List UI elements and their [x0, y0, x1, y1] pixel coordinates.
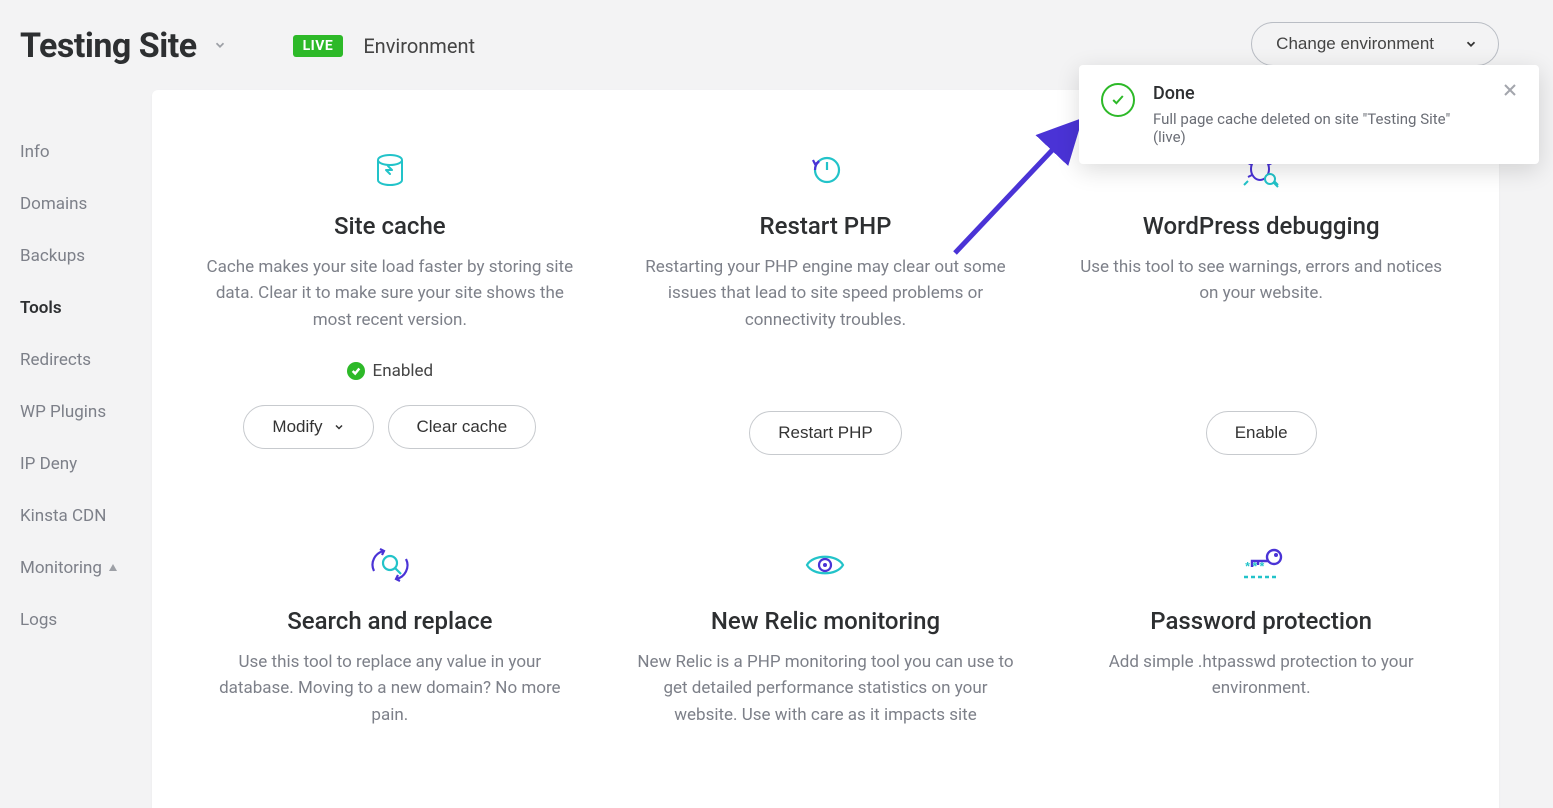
card-desc: Add simple .htpasswd protection to your … [1071, 649, 1451, 702]
sidebar-item-domains[interactable]: Domains [20, 194, 150, 214]
enable-debugging-button[interactable]: Enable [1206, 411, 1317, 455]
modify-cache-button[interactable]: Modify [243, 405, 373, 449]
svg-text:***: *** [1244, 561, 1266, 575]
close-icon [1503, 83, 1517, 97]
card-desc: Use this tool to see warnings, errors an… [1071, 254, 1451, 307]
key-icon: *** [1238, 545, 1284, 585]
sidebar-item-logs[interactable]: Logs [20, 610, 150, 630]
card-restart-php: Restart PHP Restarting your PHP engine m… [628, 150, 1024, 455]
cache-status: Enabled [347, 361, 434, 381]
card-password-protection: *** Password protection Add simple .htpa… [1063, 545, 1459, 728]
toast-title: Done [1153, 83, 1485, 104]
arrow-up-icon [108, 563, 118, 573]
card-desc: Use this tool to replace any value in yo… [200, 649, 580, 728]
content-panel: Site cache Cache makes your site load fa… [152, 90, 1499, 808]
card-desc: Restarting your PHP engine may clear out… [635, 254, 1015, 333]
sidebar-item-tools[interactable]: Tools [20, 298, 150, 318]
card-site-cache: Site cache Cache makes your site load fa… [192, 150, 588, 455]
check-circle-icon [347, 362, 365, 380]
cache-icon [372, 150, 408, 190]
card-title: Password protection [1150, 607, 1372, 635]
clear-cache-button[interactable]: Clear cache [388, 405, 537, 449]
site-title: Testing Site [20, 26, 197, 66]
site-switch-chevron-icon[interactable] [213, 37, 227, 56]
change-environment-button[interactable]: Change environment [1251, 22, 1499, 66]
sidebar: Info Domains Backups Tools Redirects WP … [0, 90, 150, 808]
card-title: Site cache [334, 212, 446, 240]
sidebar-item-kinsta-cdn[interactable]: Kinsta CDN [20, 506, 150, 526]
chevron-down-icon [1464, 37, 1478, 51]
sidebar-item-redirects[interactable]: Redirects [20, 350, 150, 370]
card-desc: New Relic is a PHP monitoring tool you c… [635, 649, 1015, 728]
toast-notification: Done Full page cache deleted on site "Te… [1079, 65, 1539, 164]
restart-icon [805, 150, 845, 190]
card-title: Restart PHP [760, 212, 892, 240]
card-title: New Relic monitoring [711, 607, 940, 635]
search-replace-icon [368, 545, 412, 585]
success-check-icon [1101, 83, 1135, 117]
card-title: Search and replace [287, 607, 492, 635]
restart-php-button[interactable]: Restart PHP [749, 411, 901, 455]
sidebar-item-backups[interactable]: Backups [20, 246, 150, 266]
cache-status-label: Enabled [373, 361, 434, 381]
card-new-relic: New Relic monitoring New Relic is a PHP … [628, 545, 1024, 728]
card-search-replace: Search and replace Use this tool to repl… [192, 545, 588, 728]
sidebar-item-monitoring[interactable]: Monitoring [20, 558, 150, 578]
card-title: WordPress debugging [1143, 212, 1380, 240]
sidebar-item-info[interactable]: Info [20, 142, 150, 162]
sidebar-item-wp-plugins[interactable]: WP Plugins [20, 402, 150, 422]
card-wp-debugging: WordPress debugging Use this tool to see… [1063, 150, 1459, 455]
toast-close-button[interactable] [1503, 83, 1517, 101]
env-label: Environment [363, 34, 475, 58]
change-environment-label: Change environment [1276, 34, 1434, 54]
sidebar-item-ip-deny[interactable]: IP Deny [20, 454, 150, 474]
chevron-down-icon [333, 421, 345, 433]
card-desc: Cache makes your site load faster by sto… [200, 254, 580, 333]
eye-icon [803, 545, 847, 585]
toast-message: Full page cache deleted on site "Testing… [1153, 110, 1485, 146]
env-badge: LIVE [293, 35, 344, 57]
